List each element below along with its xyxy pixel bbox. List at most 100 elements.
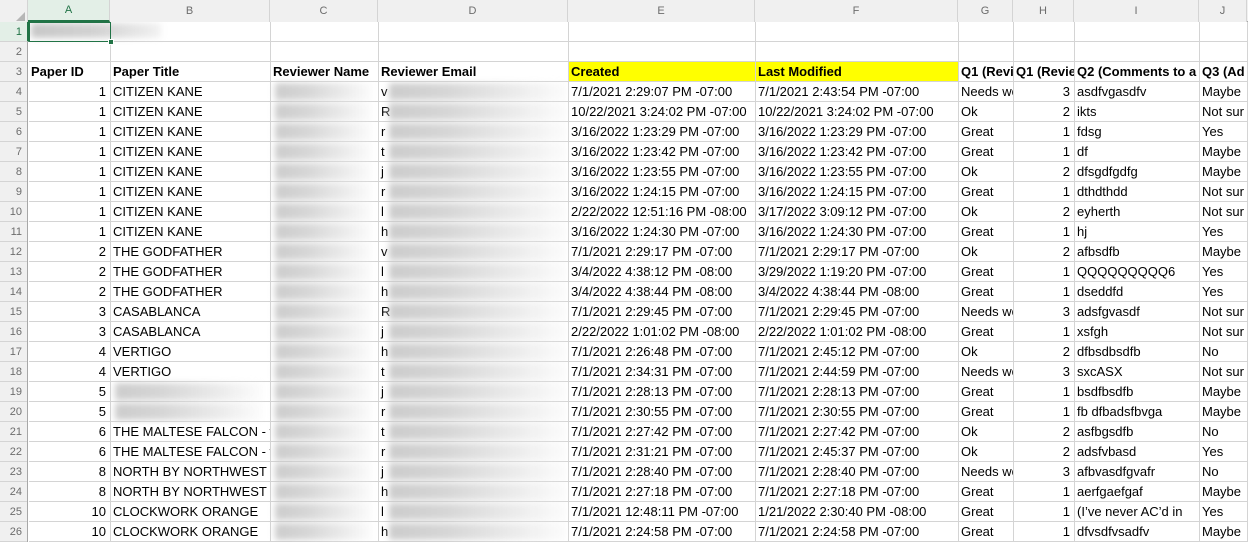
table-row[interactable]: 1 CITIZEN KANE l 2/22/2022 12:51:16 PM -08:… — [29, 202, 1248, 222]
cell-q1-text[interactable]: Ok — [959, 202, 1014, 221]
cell-q2[interactable]: aerfgaefgaf — [1075, 482, 1200, 501]
cell-reviewer-email[interactable]: t — [379, 142, 569, 161]
cell-q1-text[interactable]: Ok — [959, 102, 1014, 121]
cell-q1-score[interactable]: 3 — [1014, 362, 1075, 381]
cell-reviewer-name[interactable] — [271, 262, 379, 281]
cell-q3[interactable]: Yes — [1200, 442, 1248, 461]
cell-paper-id[interactable]: 1 — [29, 142, 111, 161]
column-header-b[interactable]: B — [110, 0, 270, 22]
cell-a1[interactable] — [29, 22, 111, 41]
cell-paper-title[interactable] — [111, 402, 271, 421]
cell-paper-title[interactable] — [111, 382, 271, 401]
row-header-24[interactable]: 24 — [0, 482, 27, 502]
cell-q2[interactable]: (I’ve never AC’d in — [1075, 502, 1200, 521]
row-header-19[interactable]: 19 — [0, 382, 27, 402]
cell-paper-title[interactable]: VERTIGO — [111, 342, 271, 361]
cell-q3[interactable]: Yes — [1200, 262, 1248, 281]
table-row[interactable]: 6 THE MALTESE FALCON - viv r 7/1/2021 2:31:… — [29, 442, 1248, 462]
cell-paper-id[interactable]: 1 — [29, 162, 111, 181]
cell-c1[interactable] — [271, 22, 379, 41]
row-header-5[interactable]: 5 — [0, 102, 27, 122]
table-row[interactable]: 1 CITIZEN KANE r 3/16/2022 1:23:29 PM -07:0… — [29, 122, 1248, 142]
header-paper-title[interactable]: Paper Title — [111, 62, 271, 81]
cell-q1-score[interactable]: 2 — [1014, 422, 1075, 441]
cell-a2[interactable] — [29, 42, 111, 61]
header-reviewer-name[interactable]: Reviewer Name — [271, 62, 379, 81]
cell-reviewer-email[interactable]: t — [379, 422, 569, 441]
cell-paper-title[interactable]: CITIZEN KANE — [111, 222, 271, 241]
cell-paper-id[interactable]: 8 — [29, 462, 111, 481]
cell-reviewer-name[interactable] — [271, 182, 379, 201]
cell-paper-id[interactable]: 2 — [29, 262, 111, 281]
table-row[interactable]: 2 THE GODFATHER h 3/4/2022 4:38:44 PM -08:0… — [29, 282, 1248, 302]
cell-q1-text[interactable]: Great — [959, 122, 1014, 141]
row-header-22[interactable]: 22 — [0, 442, 27, 462]
cell-g1[interactable] — [959, 22, 1014, 41]
cell-q3[interactable]: Maybe — [1200, 402, 1248, 421]
sheet-row-2[interactable] — [29, 42, 1248, 62]
cell-reviewer-email[interactable]: j — [379, 462, 569, 481]
cell-paper-title[interactable]: CITIZEN KANE — [111, 162, 271, 181]
cell-q2[interactable]: QQQQQQQQQ6 — [1075, 262, 1200, 281]
cell-reviewer-email[interactable]: h — [379, 482, 569, 501]
cell-paper-id[interactable]: 1 — [29, 202, 111, 221]
cell-q1-score[interactable]: 1 — [1014, 502, 1075, 521]
cell-reviewer-email[interactable]: R — [379, 102, 569, 121]
cell-reviewer-email[interactable]: h — [379, 282, 569, 301]
cell-q3[interactable]: Maybe — [1200, 242, 1248, 261]
cell-created[interactable]: 7/1/2021 2:29:17 PM -07:00 — [569, 242, 756, 261]
cell-q2[interactable]: dfvsdfvsadfv — [1075, 522, 1200, 541]
cell-reviewer-name[interactable] — [271, 322, 379, 341]
cell-q1-score[interactable]: 1 — [1014, 402, 1075, 421]
cell-q1-text[interactable]: Great — [959, 182, 1014, 201]
cell-f2[interactable] — [756, 42, 959, 61]
cell-paper-id[interactable]: 10 — [29, 522, 111, 541]
cell-q1-text[interactable]: Needs wo — [959, 362, 1014, 381]
cell-paper-id[interactable]: 4 — [29, 362, 111, 381]
cell-q1-text[interactable]: Great — [959, 522, 1014, 541]
cell-q1-score[interactable]: 3 — [1014, 302, 1075, 321]
cell-reviewer-email[interactable]: j — [379, 162, 569, 181]
cell-b1[interactable] — [111, 22, 271, 41]
cell-paper-id[interactable]: 2 — [29, 242, 111, 261]
cell-reviewer-email[interactable]: h — [379, 222, 569, 241]
cell-reviewer-name[interactable] — [271, 402, 379, 421]
cell-q3[interactable]: Not sur — [1200, 202, 1248, 221]
cell-last-modified[interactable]: 3/29/2022 1:19:20 PM -07:00 — [756, 262, 959, 281]
table-row[interactable]: 1 CITIZEN KANE r 3/16/2022 1:24:15 PM -07:0… — [29, 182, 1248, 202]
cell-reviewer-name[interactable] — [271, 202, 379, 221]
cell-created[interactable]: 7/1/2021 2:30:55 PM -07:00 — [569, 402, 756, 421]
header-q1-score[interactable]: Q1 (Revie — [1014, 62, 1075, 81]
row-header-column[interactable]: 1 2 3 4 5 6 7 8 9 10 11 12 13 14 15 16 17 18 19 20 21 22 23 24 2… — [0, 22, 29, 542]
cell-i1[interactable] — [1075, 22, 1200, 41]
cell-q1-text[interactable]: Needs wo — [959, 302, 1014, 321]
column-header-row[interactable]: ABCDEFGHIJ — [0, 0, 1248, 22]
spreadsheet-grid[interactable]: ABCDEFGHIJ 1 2 3 4 5 6 7 8 9 10 11 12 13 14 15 16 17 18 19… — [0, 0, 1248, 542]
column-header-i[interactable]: I — [1074, 0, 1199, 22]
cell-created[interactable]: 7/1/2021 2:27:42 PM -07:00 — [569, 422, 756, 441]
cell-reviewer-email[interactable]: l — [379, 502, 569, 521]
cell-d1[interactable] — [379, 22, 569, 41]
cell-reviewer-name[interactable] — [271, 462, 379, 481]
cell-reviewer-name[interactable] — [271, 502, 379, 521]
row-header-1[interactable]: 1 — [0, 22, 29, 42]
cell-paper-id[interactable]: 8 — [29, 482, 111, 501]
cell-last-modified[interactable]: 7/1/2021 2:29:45 PM -07:00 — [756, 302, 959, 321]
cell-paper-id[interactable]: 4 — [29, 342, 111, 361]
cell-q1-score[interactable]: 1 — [1014, 122, 1075, 141]
cell-q1-score[interactable]: 2 — [1014, 442, 1075, 461]
column-header-a[interactable]: A — [28, 0, 110, 22]
cell-q3[interactable]: Maybe — [1200, 162, 1248, 181]
cell-q1-text[interactable]: Needs wo — [959, 462, 1014, 481]
cell-q1-score[interactable]: 2 — [1014, 162, 1075, 181]
row-header-21[interactable]: 21 — [0, 422, 27, 442]
cell-q1-text[interactable]: Great — [959, 222, 1014, 241]
cell-paper-title[interactable]: CITIZEN KANE — [111, 102, 271, 121]
row-header-15[interactable]: 15 — [0, 302, 27, 322]
header-q1-text[interactable]: Q1 (Revie — [959, 62, 1014, 81]
cell-q2[interactable]: xsfgh — [1075, 322, 1200, 341]
cell-q1-text[interactable]: Great — [959, 142, 1014, 161]
cell-q3[interactable]: Not sur — [1200, 102, 1248, 121]
cell-q2[interactable]: df — [1075, 142, 1200, 161]
cell-q3[interactable]: Yes — [1200, 222, 1248, 241]
